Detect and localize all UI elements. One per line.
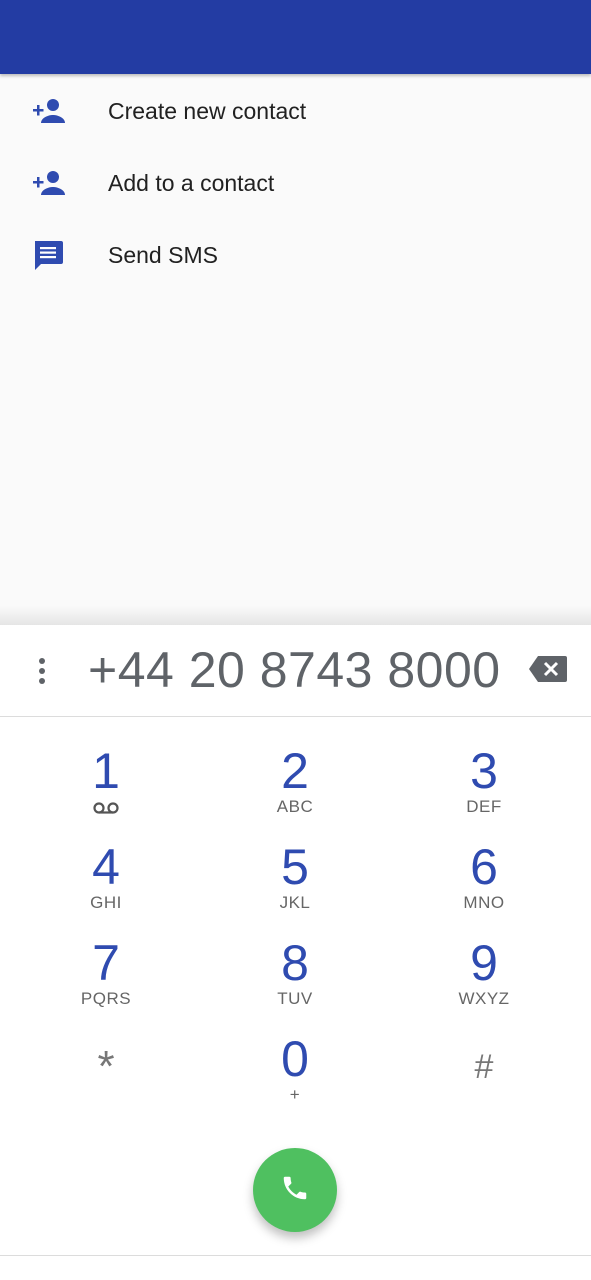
- key-letters: WXYZ: [458, 989, 510, 1008]
- key-letters: TUV: [277, 989, 313, 1008]
- create-new-contact-label: Create new contact: [108, 97, 307, 124]
- key-hash[interactable]: #: [404, 1037, 564, 1127]
- person-add-icon: [31, 96, 65, 126]
- phone-icon: [280, 1173, 310, 1208]
- key-4[interactable]: 4 GHI: [26, 841, 186, 931]
- key-digit: 6: [470, 839, 498, 895]
- key-letters: ABC: [276, 797, 314, 816]
- action-menu: Create new contact Add to a contact Send…: [0, 75, 591, 291]
- key-7[interactable]: 7 PQRS: [26, 937, 186, 1027]
- key-9[interactable]: 9 WXYZ: [404, 937, 564, 1027]
- add-to-contact-label: Add to a contact: [108, 169, 275, 196]
- key-star[interactable]: *: [26, 1037, 186, 1127]
- voicemail-icon: [26, 801, 186, 819]
- key-2[interactable]: 2 ABC: [215, 745, 375, 835]
- key-digit: 0: [281, 1031, 309, 1087]
- key-digit: 2: [281, 743, 309, 799]
- call-button[interactable]: [253, 1148, 337, 1232]
- bottom-divider: [0, 1255, 591, 1256]
- add-to-contact-item[interactable]: Add to a contact: [0, 147, 591, 219]
- backspace-icon[interactable]: [528, 655, 568, 687]
- send-sms-label: Send SMS: [108, 241, 218, 268]
- key-digit: 7: [92, 935, 120, 991]
- key-digit: 3: [470, 743, 498, 799]
- send-sms-item[interactable]: Send SMS: [0, 219, 591, 291]
- key-0[interactable]: 0 +: [215, 1033, 375, 1123]
- key-letters: GHI: [90, 893, 122, 912]
- key-1[interactable]: 1: [26, 745, 186, 835]
- key-letters: JKL: [279, 893, 311, 912]
- message-icon: [31, 240, 65, 270]
- phone-number-field[interactable]: +44 20 8743 8000: [88, 641, 501, 699]
- key-letters: PQRS: [80, 989, 132, 1008]
- key-digit: 4: [92, 839, 120, 895]
- key-3[interactable]: 3 DEF: [404, 745, 564, 835]
- person-add-icon: [31, 168, 65, 198]
- key-digit: #: [474, 1048, 494, 1086]
- digits-row: +44 20 8743 8000: [0, 625, 591, 717]
- overflow-menu-icon[interactable]: [28, 653, 56, 689]
- key-letters: DEF: [466, 797, 502, 816]
- key-6[interactable]: 6 MNO: [404, 841, 564, 931]
- key-digit: 8: [281, 935, 309, 991]
- key-digit: 5: [281, 839, 309, 895]
- key-letters: +: [289, 1085, 301, 1104]
- key-digit: 9: [470, 935, 498, 991]
- key-digit: *: [97, 1042, 115, 1091]
- key-letters: MNO: [463, 893, 505, 912]
- key-5[interactable]: 5 JKL: [215, 841, 375, 931]
- create-new-contact-item[interactable]: Create new contact: [0, 75, 591, 147]
- app-bar: [0, 0, 591, 74]
- key-8[interactable]: 8 TUV: [215, 937, 375, 1027]
- key-digit: 1: [92, 743, 120, 799]
- panel-shadow: [0, 606, 591, 626]
- dialpad-panel: +44 20 8743 8000 1 2 ABC 3 DEF 4 GHI 5 J…: [0, 625, 591, 1280]
